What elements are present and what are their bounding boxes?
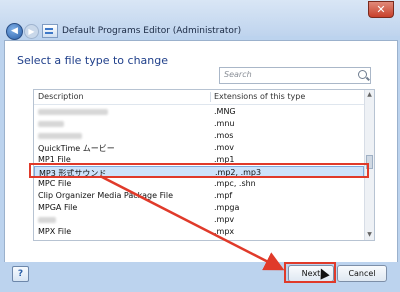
table-row[interactable]: Clip Organizer Media Package File .mpf <box>34 190 364 202</box>
table-row[interactable]: .mpv <box>34 214 364 226</box>
table-row[interactable]: .MNG <box>34 106 364 118</box>
search-icon[interactable] <box>358 70 367 79</box>
row-extensions: .mpv <box>214 215 235 224</box>
table-row[interactable]: QuickTime ムービー .mov <box>34 142 364 154</box>
page-heading: Select a file type to change <box>17 54 169 67</box>
column-header-description[interactable]: Description <box>38 92 84 101</box>
row-description: MPX File <box>38 227 72 236</box>
table-row[interactable]: .mos <box>34 130 364 142</box>
app-icon <box>42 24 58 38</box>
back-button[interactable]: ◀ <box>6 23 23 40</box>
obscured-description <box>38 217 56 223</box>
list-header: Description Extensions of this type <box>34 90 364 105</box>
row-description: MPGA File <box>38 203 78 212</box>
table-row[interactable]: .mnu <box>34 118 364 130</box>
row-extensions: .MNG <box>214 107 236 116</box>
row-extensions: .mpx <box>214 227 235 236</box>
window-title: Default Programs Editor (Administrator) <box>62 26 242 36</box>
scroll-up-icon[interactable]: ▲ <box>366 91 373 99</box>
row-extensions: .mos <box>214 131 234 140</box>
default-programs-editor-window: ✕ ◀ ▶ Default Programs Editor (Administr… <box>0 0 400 292</box>
cancel-button[interactable]: Cancel <box>337 265 387 282</box>
search-input[interactable]: Search <box>219 67 371 84</box>
row-extensions: .mpc, .shn <box>214 179 256 188</box>
row-extensions: .mov <box>214 143 234 152</box>
wizard-content-panel: Select a file type to change Search Desc… <box>4 40 398 264</box>
obscured-description <box>38 121 64 127</box>
row-description: QuickTime ムービー <box>38 144 115 153</box>
column-divider[interactable] <box>210 92 211 102</box>
scroll-down-icon[interactable]: ▼ <box>366 231 373 239</box>
table-row[interactable]: MPC File .mpc, .shn <box>34 178 364 190</box>
table-row[interactable]: MPX File .mpx <box>34 226 364 238</box>
row-description: Clip Organizer Media Package File <box>38 191 173 200</box>
row-description: MPC File <box>38 179 72 188</box>
title-bar: ✕ ◀ ▶ Default Programs Editor (Administr… <box>0 0 400 40</box>
table-row[interactable]: MPGA File .mpga <box>34 202 364 214</box>
column-header-extensions[interactable]: Extensions of this type <box>214 92 305 101</box>
obscured-description <box>38 109 108 115</box>
row-extensions: .mnu <box>214 119 235 128</box>
row-extensions: .mpf <box>214 191 233 200</box>
help-button[interactable]: ? <box>12 266 29 282</box>
forward-button[interactable]: ▶ <box>24 24 39 39</box>
row-extensions: .mpga <box>214 203 240 212</box>
obscured-description <box>38 133 82 139</box>
row-highlight-annotation <box>29 163 369 178</box>
close-button[interactable]: ✕ <box>368 1 394 18</box>
search-placeholder: Search <box>224 70 252 79</box>
